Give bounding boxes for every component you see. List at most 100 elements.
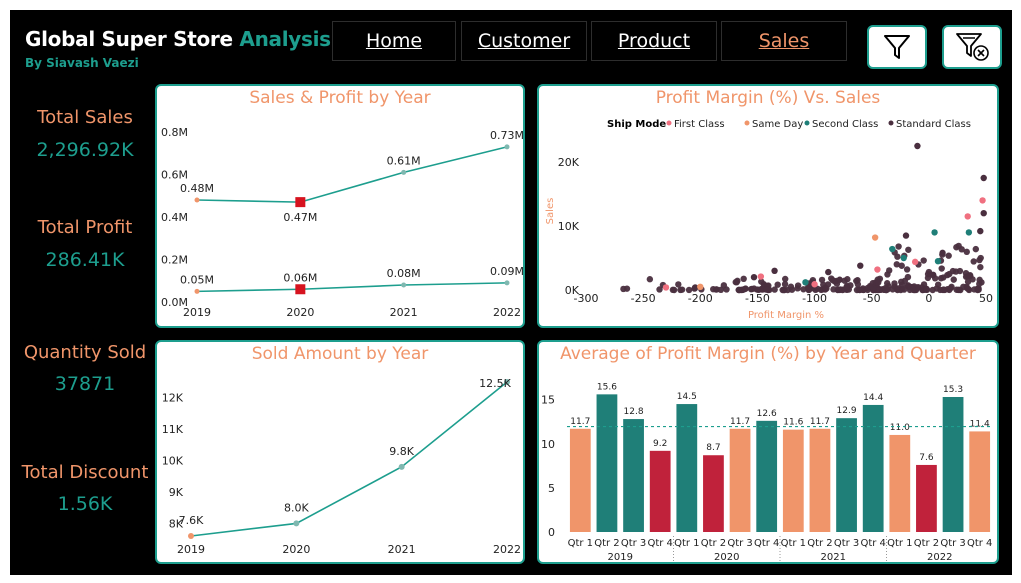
bar [703, 455, 724, 532]
quarter-label: Qtr 4 [647, 538, 672, 549]
scatter-point [974, 286, 981, 294]
data-label: 9.2 [653, 439, 667, 449]
nav-sales-button[interactable]: Sales [721, 21, 847, 61]
profit-margin-scatter[interactable]: Profit Margin (%) Vs. Sales Ship Mode Fir… [537, 84, 999, 328]
scatter-point [742, 285, 749, 292]
data-label: 7.6K [179, 514, 204, 527]
scatter-point [844, 276, 851, 283]
clear-filter-button[interactable] [942, 25, 1002, 69]
scatter-point [662, 284, 670, 291]
scatter-point [944, 271, 951, 279]
scatter-point [939, 249, 946, 257]
scatter-point [834, 286, 842, 293]
scatter-point [717, 286, 725, 294]
sales-profit-chart[interactable]: Sales & Profit by Year 0.0M 0.2M 0.4M 0.6M 0… [155, 84, 525, 328]
scatter-point [620, 285, 627, 293]
x-tick-label: 50 [979, 292, 993, 305]
bar [916, 464, 937, 532]
data-point [194, 197, 200, 203]
data-label: 11.7 [570, 417, 590, 427]
series-line [196, 282, 508, 293]
scatter-point [977, 263, 984, 271]
y-tick-label: 0 [548, 526, 555, 539]
scatter-point [866, 282, 874, 290]
bar [969, 431, 991, 532]
scatter-point [931, 229, 938, 236]
year-label: 2022 [927, 552, 952, 562]
quarter-label: Qtr 4 [860, 538, 885, 549]
x-tick-label: 2019 [183, 306, 211, 319]
nav-home-button[interactable]: Home [332, 21, 456, 61]
scatter-point [934, 258, 942, 265]
data-label: 0.61M [387, 154, 421, 167]
x-tick-label: 0 [925, 292, 932, 305]
kpi-total-discount-label: Total Discount [21, 462, 149, 483]
y-tick-label: 0.8M [161, 126, 188, 139]
kpi-total-sales-label: Total Sales [37, 107, 133, 128]
data-point [504, 144, 510, 150]
kpi-quantity-sold-value: 37871 [54, 373, 116, 395]
data-label: 11.7 [810, 417, 830, 427]
scatter-point [802, 279, 809, 286]
year-label: 2020 [714, 552, 739, 562]
legend-marker [666, 120, 672, 126]
data-label: 11.0 [890, 423, 910, 433]
scatter-point [855, 286, 863, 294]
legend-item: First Class [674, 119, 725, 130]
scatter-point [886, 267, 893, 274]
scatter-point [787, 283, 795, 290]
legend-title: Ship Mode [607, 119, 666, 130]
scatter-point [900, 254, 907, 262]
data-point [188, 533, 194, 539]
scatter-point [875, 279, 882, 286]
scatter-point [976, 276, 983, 284]
quarter-label: Qtr 3 [940, 538, 965, 549]
bar [889, 434, 911, 532]
scatter-point [964, 213, 971, 220]
nav-product-button[interactable]: Product [591, 21, 717, 61]
data-label: 0.05M [180, 273, 214, 286]
scatter-point [979, 197, 986, 204]
avg-profit-margin-chart[interactable]: Average of Profit Margin (%) by Year and… [537, 340, 999, 564]
y-tick-label: 10K [558, 220, 580, 233]
data-point [293, 520, 300, 527]
scatter-point [677, 286, 684, 294]
bar [942, 397, 964, 532]
quarter-label: Qtr 3 [727, 538, 752, 549]
byline: By Siavash Vaezi [25, 56, 139, 70]
scatter-point [955, 286, 962, 294]
scatter-point [910, 286, 917, 294]
data-label: 0.09M [490, 265, 523, 278]
data-point [295, 284, 306, 295]
scatter-point [685, 286, 693, 294]
data-label: 0.47M [283, 211, 317, 224]
legend-item: Same Day [752, 119, 803, 130]
scatter-point [876, 286, 883, 294]
y-tick-label: 9K [169, 486, 184, 499]
quarter-label: Qtr 2 [807, 538, 832, 549]
quarter-label: Qtr 3 [834, 538, 859, 549]
sold-amount-chart[interactable]: Sold Amount by Year 8K 9K 10K 11K 12K 2019 202… [155, 340, 525, 564]
bar [836, 418, 857, 532]
scatter-point [965, 229, 973, 236]
bar [809, 428, 831, 532]
scatter-point [956, 267, 964, 275]
bar [782, 429, 804, 532]
scatter-point [750, 274, 758, 281]
scatter-point [874, 266, 881, 273]
scatter-point [781, 280, 789, 288]
scatter-point [675, 281, 682, 288]
scatter-point [843, 282, 851, 290]
data-label: 15.6 [597, 382, 617, 392]
x-tick-label: -150 [745, 292, 770, 305]
bar [596, 394, 618, 532]
scatter-point [903, 266, 911, 273]
y-tick-label: 0.2M [161, 254, 188, 267]
scatter-point [949, 267, 957, 275]
scatter-point [889, 245, 896, 253]
nav-customer-button[interactable]: Customer [461, 21, 587, 61]
data-label: 11.4 [970, 419, 990, 429]
scatter-point [771, 267, 778, 274]
scatter-point [977, 227, 984, 235]
filter-button[interactable] [867, 25, 927, 69]
